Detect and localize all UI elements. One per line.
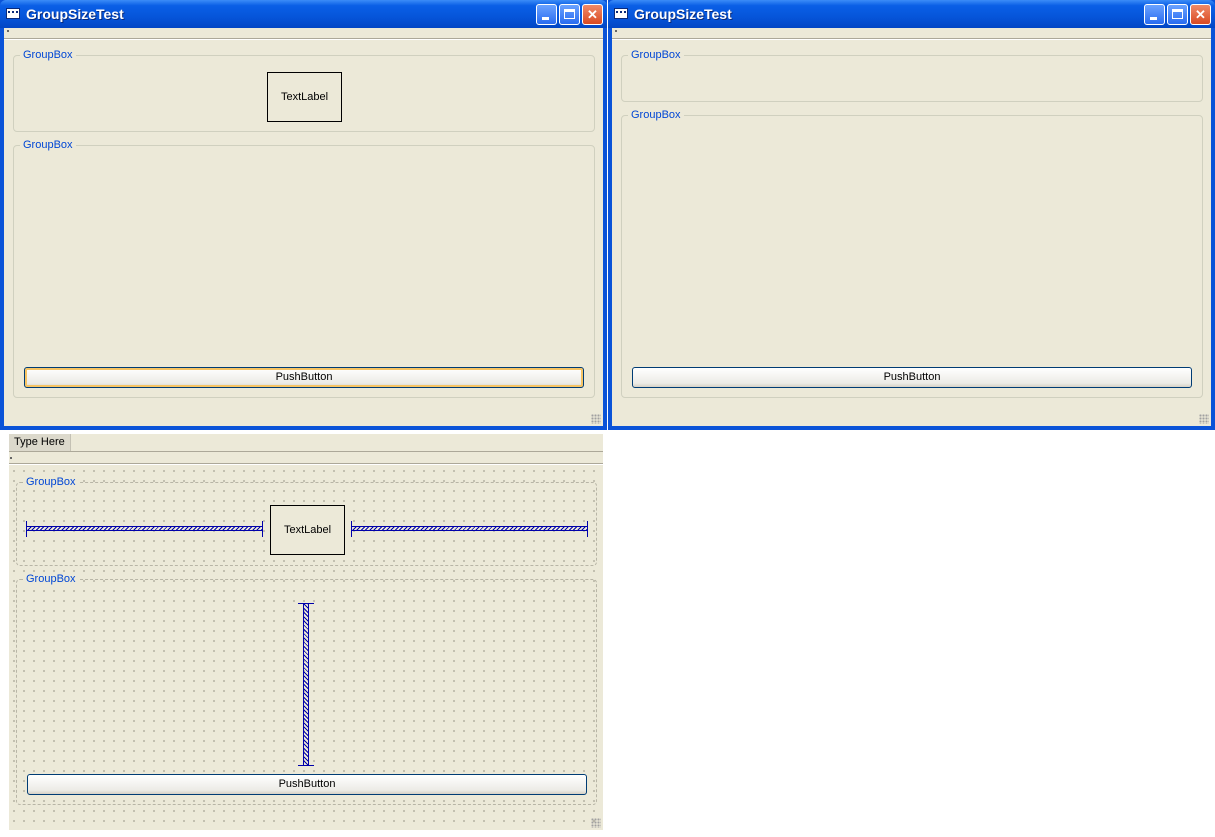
close-icon: ✕ xyxy=(587,7,598,22)
groupbox-title: GroupBox xyxy=(23,573,79,586)
spacer-cap xyxy=(587,521,588,537)
groupbox-title: GroupBox xyxy=(20,139,76,152)
window-title: GroupSizeTest xyxy=(26,6,124,22)
vertical-spacer[interactable] xyxy=(298,603,314,766)
window-right: GroupSizeTest ✕ GroupBox GroupBox PushBu… xyxy=(608,0,1215,430)
close-icon: ✕ xyxy=(1195,7,1206,22)
text-label[interactable]: TextLabel xyxy=(270,505,345,555)
close-button[interactable]: ✕ xyxy=(1190,4,1211,25)
toolbar-handle[interactable] xyxy=(10,457,12,459)
groupbox-bottom: GroupBox PushButton xyxy=(13,139,595,398)
separator xyxy=(9,463,603,465)
groupbox-title: GroupBox xyxy=(23,476,79,489)
spacer-cap xyxy=(298,765,314,766)
groupbox-top[interactable]: GroupBox TextLabel xyxy=(16,476,597,566)
groupbox-title: GroupBox xyxy=(20,49,76,62)
separator xyxy=(9,451,603,452)
spacer-spring xyxy=(303,603,309,766)
groupbox-top: GroupBox TextLabel xyxy=(13,49,595,132)
menu-type-here[interactable]: Type Here xyxy=(9,434,71,451)
form-grid[interactable]: GroupBox TextLabel GroupBox PushButton xyxy=(9,466,603,830)
minimize-icon xyxy=(542,17,549,20)
groupbox-title: GroupBox xyxy=(628,49,684,62)
spacer-spring xyxy=(351,526,588,531)
minimize-button[interactable] xyxy=(536,4,557,25)
separator xyxy=(4,38,603,40)
spacer-cap xyxy=(262,521,263,537)
separator xyxy=(612,38,1211,40)
maximize-icon xyxy=(564,9,575,19)
spacer-spring xyxy=(26,526,263,531)
size-grip[interactable] xyxy=(1199,414,1209,424)
horizontal-spacer-left[interactable] xyxy=(26,521,263,537)
groupbox-bottom: GroupBox PushButton xyxy=(621,109,1203,398)
push-button[interactable]: PushButton xyxy=(24,367,584,388)
window-left: GroupSizeTest ✕ GroupBox TextLabel Group… xyxy=(0,0,607,430)
maximize-icon xyxy=(1172,9,1183,19)
title-bar[interactable]: GroupSizeTest ✕ xyxy=(608,0,1215,28)
size-grip[interactable] xyxy=(591,414,601,424)
push-button[interactable]: PushButton xyxy=(632,367,1192,388)
designer-form: Type Here GroupBox TextLabel GroupBox Pu… xyxy=(9,434,603,830)
horizontal-spacer-right[interactable] xyxy=(351,521,588,537)
menubar[interactable] xyxy=(7,30,9,32)
minimize-icon xyxy=(1150,17,1157,20)
window-client: GroupBox GroupBox PushButton xyxy=(612,28,1211,426)
menubar[interactable] xyxy=(615,30,617,32)
size-grip[interactable] xyxy=(591,818,601,828)
groupbox-title: GroupBox xyxy=(628,109,684,122)
title-bar[interactable]: GroupSizeTest ✕ xyxy=(0,0,607,28)
maximize-button[interactable] xyxy=(559,4,580,25)
window-title: GroupSizeTest xyxy=(634,6,732,22)
push-button[interactable]: PushButton xyxy=(27,774,587,795)
app-icon[interactable] xyxy=(614,8,628,19)
window-client: GroupBox TextLabel GroupBox PushButton xyxy=(4,28,603,426)
text-label: TextLabel xyxy=(267,72,342,122)
groupbox-bottom[interactable]: GroupBox PushButton xyxy=(16,573,597,805)
minimize-button[interactable] xyxy=(1144,4,1165,25)
close-button[interactable]: ✕ xyxy=(582,4,603,25)
groupbox-top: GroupBox xyxy=(621,49,1203,102)
app-icon[interactable] xyxy=(6,8,20,19)
maximize-button[interactable] xyxy=(1167,4,1188,25)
